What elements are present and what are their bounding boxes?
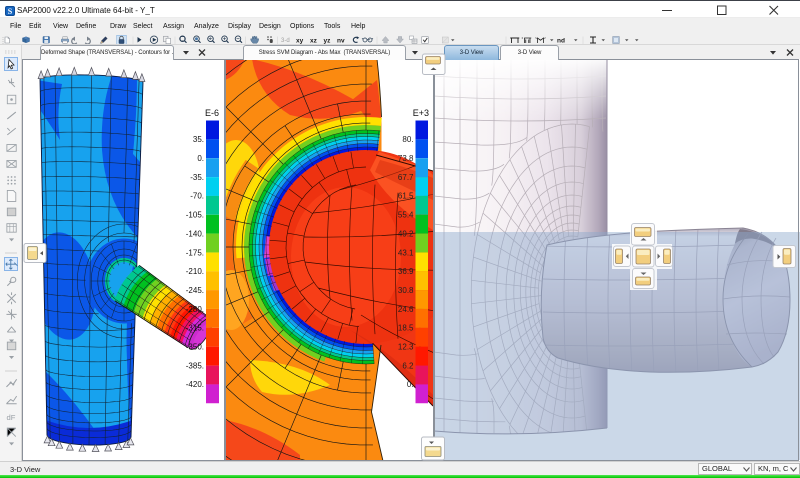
svg-text:S: S [7,7,12,16]
svg-text:dF: dF [6,413,15,422]
